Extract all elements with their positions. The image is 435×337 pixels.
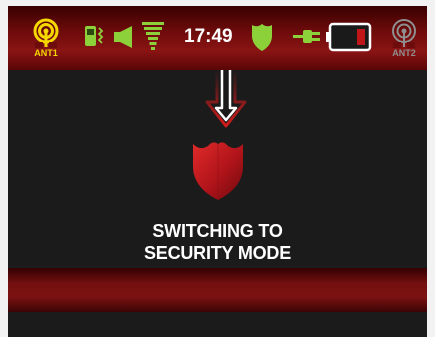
power-plug-icon <box>293 30 320 43</box>
battery-icon <box>326 22 372 52</box>
clock-time: 17:49 <box>184 26 233 47</box>
mobile-vibrate-icon <box>85 26 104 46</box>
main-area: SWITCHING TO SECURITY MODE <box>8 70 427 266</box>
status-bar: ANT1 17:49 ANT2 <box>8 6 427 70</box>
ant1-label: ANT1 <box>34 48 58 58</box>
bottom-area <box>8 312 427 337</box>
device-screen: ANT1 17:49 ANT2 SWITCHING TO SECURITY MO… <box>8 6 427 337</box>
ant2-label: ANT2 <box>392 48 416 58</box>
antenna-signal-icon <box>33 18 59 48</box>
status-message: SWITCHING TO SECURITY MODE <box>8 220 427 264</box>
arrow-down-icon <box>205 70 247 128</box>
shield-icon <box>193 142 243 200</box>
message-line-2: SECURITY MODE <box>143 243 292 263</box>
signal-strength-icon <box>142 22 164 50</box>
speaker-icon <box>114 26 132 48</box>
antenna-signal-icon <box>392 19 416 48</box>
message-line-1: SWITCHING TO <box>152 221 283 241</box>
bottom-band <box>8 268 427 312</box>
antenna-2-indicator: ANT2 <box>384 18 424 68</box>
antenna-1-indicator: ANT1 <box>26 18 66 68</box>
shield-icon <box>252 24 272 51</box>
